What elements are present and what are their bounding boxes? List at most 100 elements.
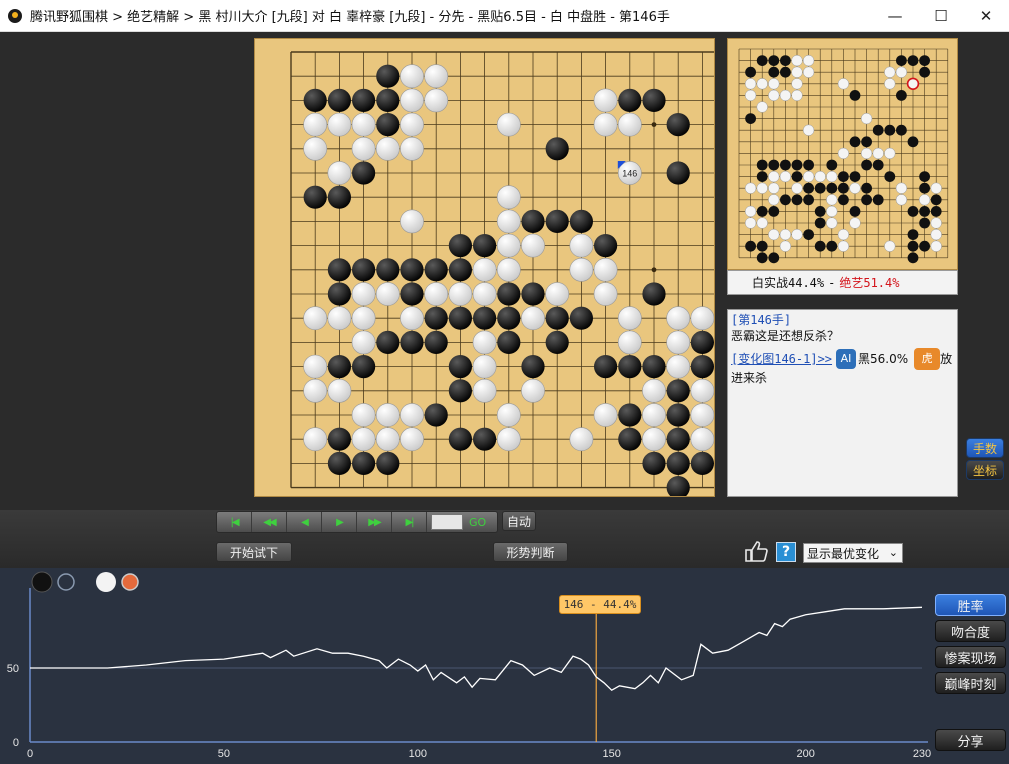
white-stone[interactable] [352, 307, 375, 330]
white-stone[interactable] [376, 428, 399, 451]
white-stone[interactable] [400, 403, 423, 426]
black-stone[interactable] [425, 331, 448, 354]
white-stone[interactable] [304, 379, 327, 402]
black-stone[interactable] [691, 331, 714, 354]
black-stone[interactable] [521, 210, 544, 233]
white-stone[interactable] [352, 331, 375, 354]
black-stone[interactable] [304, 186, 327, 209]
white-stone[interactable] [328, 113, 351, 136]
black-series-icon[interactable] [32, 572, 52, 592]
black-stone[interactable] [521, 282, 544, 305]
maximize-button[interactable]: ☐ [918, 0, 964, 32]
black-stone[interactable] [473, 307, 496, 330]
black-stone[interactable] [497, 282, 520, 305]
black-stone[interactable] [642, 282, 665, 305]
white-stone[interactable] [400, 210, 423, 233]
black-stone[interactable] [400, 258, 423, 281]
black-stone[interactable] [376, 89, 399, 112]
first-move-button[interactable]: |◀ [217, 512, 252, 532]
black-stone[interactable] [618, 89, 641, 112]
white-stone[interactable] [304, 428, 327, 451]
thumbs-up-icon[interactable] [744, 540, 770, 564]
black-stone[interactable] [328, 282, 351, 305]
white-stone[interactable] [328, 161, 351, 184]
move-link[interactable]: [第146手] [731, 312, 954, 328]
black-stone[interactable] [449, 428, 472, 451]
white-stone[interactable] [521, 234, 544, 257]
white-stone[interactable] [691, 379, 714, 402]
go-board[interactable]: 146 [254, 38, 715, 497]
black-stone[interactable] [449, 307, 472, 330]
white-stone[interactable] [352, 403, 375, 426]
black-stone[interactable] [352, 161, 375, 184]
mini-board[interactable] [727, 38, 958, 270]
white-stone[interactable] [400, 89, 423, 112]
black-stone[interactable] [667, 403, 690, 426]
white-stone[interactable] [497, 186, 520, 209]
help-button[interactable]: ? [776, 542, 796, 562]
black-stone[interactable] [449, 234, 472, 257]
variation-link[interactable]: [变化图146-1]>> [731, 351, 832, 367]
black-stone[interactable] [667, 113, 690, 136]
white-stone[interactable] [304, 307, 327, 330]
black-stone[interactable] [691, 452, 714, 475]
black-stone[interactable] [328, 452, 351, 475]
tab-highlights[interactable]: 巅峰时刻 [935, 672, 1006, 694]
black-stone[interactable] [352, 258, 375, 281]
white-stone[interactable] [691, 307, 714, 330]
white-stone[interactable] [497, 403, 520, 426]
black-stone[interactable] [691, 355, 714, 378]
white-stone[interactable] [618, 113, 641, 136]
white-stone[interactable] [473, 355, 496, 378]
white-stone[interactable] [449, 282, 472, 305]
black-stone[interactable] [667, 428, 690, 451]
black-stone[interactable] [618, 428, 641, 451]
variation-select[interactable]: 显示最优变化 ⌄ [803, 543, 903, 563]
last-move-button[interactable]: ▶| [392, 512, 427, 532]
black-stone[interactable] [449, 355, 472, 378]
white-stone[interactable] [425, 65, 448, 88]
black-stone[interactable] [400, 282, 423, 305]
white-stone[interactable] [497, 258, 520, 281]
white-stone[interactable] [352, 282, 375, 305]
white-stone[interactable] [642, 379, 665, 402]
white-stone[interactable] [497, 113, 520, 136]
moves-toggle-button[interactable]: 手数 [966, 438, 1004, 458]
go-button[interactable]: GO [469, 516, 486, 529]
black-stone[interactable] [328, 355, 351, 378]
white-stone[interactable] [425, 89, 448, 112]
black-stone[interactable] [546, 210, 569, 233]
board-canvas[interactable]: 146 [255, 39, 714, 496]
white-stone[interactable] [304, 113, 327, 136]
black-stone[interactable] [352, 89, 375, 112]
black-stone[interactable] [570, 307, 593, 330]
black-stone[interactable] [497, 331, 520, 354]
white-stone[interactable] [400, 137, 423, 160]
white-stone[interactable] [473, 282, 496, 305]
white-stone[interactable] [521, 379, 544, 402]
white-stone[interactable] [473, 258, 496, 281]
white-stone[interactable] [352, 137, 375, 160]
black-stone[interactable] [642, 355, 665, 378]
white-stone[interactable] [304, 355, 327, 378]
coords-toggle-button[interactable]: 坐标 [966, 460, 1004, 480]
black-stone[interactable] [546, 331, 569, 354]
white-stone[interactable] [691, 428, 714, 451]
black-stone[interactable] [376, 331, 399, 354]
white-stone[interactable] [400, 65, 423, 88]
white-active-icon[interactable] [122, 574, 138, 590]
black-stone[interactable] [667, 161, 690, 184]
black-stone[interactable] [497, 307, 520, 330]
white-stone[interactable] [594, 403, 617, 426]
black-stone[interactable] [618, 403, 641, 426]
win-rate-graph[interactable]: 500050100150200230 [0, 568, 1009, 764]
black-stone[interactable] [376, 113, 399, 136]
black-stone[interactable] [425, 403, 448, 426]
white-stone[interactable] [328, 379, 351, 402]
auto-play-button[interactable]: 自动 [502, 511, 536, 531]
white-stone[interactable] [352, 113, 375, 136]
white-stone[interactable] [691, 403, 714, 426]
black-stone[interactable] [328, 258, 351, 281]
position-judge-button[interactable]: 形势判断 [493, 542, 568, 562]
white-stone[interactable] [594, 89, 617, 112]
